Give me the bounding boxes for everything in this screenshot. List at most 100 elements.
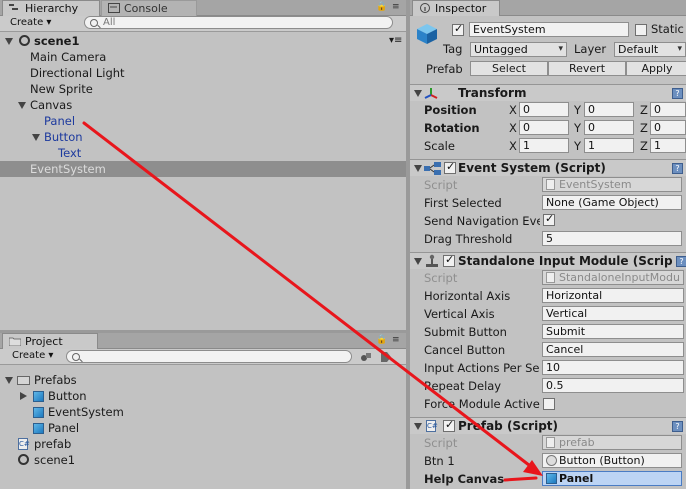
folder-icon [9,337,21,346]
project-item-scene1[interactable]: scene1 [0,452,406,468]
event-system-header[interactable]: Event System (Script) ? [410,159,686,176]
static-checkbox[interactable] [635,24,647,36]
position-x-field[interactable]: 0 [519,102,569,117]
filter-by-label-icon[interactable] [380,351,392,363]
prefabs-expand-icon[interactable] [5,377,13,384]
standalone-input-header[interactable]: Standalone Input Module (Script ? [410,252,686,269]
transform-header[interactable]: Transform ? [410,84,686,101]
button-expand-icon[interactable] [32,134,40,141]
standalone-expand-icon[interactable] [414,258,422,265]
hierarchy-item-canvas[interactable]: Canvas [0,97,406,113]
hierarchy-item-new-sprite[interactable]: New Sprite [0,81,406,97]
canvas-label: Canvas [30,98,73,112]
layer-dropdown[interactable]: Default [614,42,686,57]
force-module-checkbox[interactable] [543,398,555,410]
project-item-event-system[interactable]: EventSystem [0,404,406,420]
hierarchy-item-text[interactable]: Text [0,145,406,161]
canvas-expand-icon[interactable] [18,102,26,109]
hierarchy-item-button[interactable]: Button [0,129,406,145]
event-system-script-field: EventSystem [542,177,682,192]
scene-menu-icon[interactable]: ▾≡ [389,33,402,49]
hierarchy-item-main-camera[interactable]: Main Camera [0,49,406,65]
hierarchy-item-event-system[interactable]: EventSystem [0,161,406,177]
event-system-help-icon[interactable]: ? [672,163,683,174]
scene-asset-icon [18,454,29,465]
prefab-select-button[interactable]: Select [470,61,548,76]
hierarchy-item-panel[interactable]: Panel [0,113,406,129]
rotation-y-field[interactable]: 0 [584,120,634,135]
cancel-button-field[interactable]: Cancel [542,342,684,357]
project-create-label: Create [12,350,46,361]
help-canvas-prefab-icon [546,473,557,484]
hierarchy-scene-row[interactable]: scene1 ▾≡ [0,33,406,49]
prefab-label: Prefab [426,62,463,76]
vertical-axis-field[interactable]: Vertical [542,306,684,321]
joystick-icon [426,254,438,267]
prefab-apply-button[interactable]: Apply [626,61,686,76]
help-canvas-field[interactable]: Panel [542,471,682,486]
prefab-script-label: Script [424,436,458,450]
project-item-button[interactable]: Button [0,388,406,404]
prefab-script-expand-icon[interactable] [414,423,422,430]
scale-x-field[interactable]: 1 [519,138,569,153]
project-panel: Project 🔒 ≡ Create ▾ Prefabs Button Even… [0,333,406,489]
tab-console[interactable]: Console [101,0,197,16]
prefab-script-enabled-checkbox[interactable] [443,418,455,432]
hierarchy-search-input[interactable]: All [84,16,393,29]
project-search-input[interactable] [66,350,352,363]
event-system-enabled-checkbox[interactable] [444,160,456,174]
hierarchy-lock-icon[interactable]: 🔒 [376,2,387,12]
tab-project[interactable]: Project [2,333,98,349]
rotation-z-field[interactable]: 0 [650,120,686,135]
tag-dropdown[interactable]: Untagged [470,42,567,57]
gameobject-active-checkbox[interactable] [452,22,464,36]
console-icon [108,3,120,13]
drag-threshold-field[interactable]: 5 [542,231,682,246]
first-selected-field[interactable]: None (Game Object) [542,195,682,210]
standalone-help-icon[interactable]: ? [676,256,686,267]
project-item-prefabs[interactable]: Prefabs [0,372,406,388]
new-sprite-label: New Sprite [30,82,93,96]
scale-z-field[interactable]: 1 [650,138,686,153]
standalone-enabled-checkbox[interactable] [443,253,455,267]
filter-by-type-icon[interactable] [360,351,372,363]
prefab-script-header[interactable]: C# Prefab (Script) ? [410,417,686,434]
tab-inspector[interactable]: Inspector [412,0,500,16]
project-item-prefab-script[interactable]: C# prefab [0,436,406,452]
rotation-x-field[interactable]: 0 [519,120,569,135]
hierarchy-create-button[interactable]: Create ▾ [6,16,55,30]
position-y-field[interactable]: 0 [584,102,634,117]
transform-title: Transform [458,86,527,100]
search-icon [90,19,98,27]
prefab-script-help-icon[interactable]: ? [672,421,683,432]
project-item-panel[interactable]: Panel [0,420,406,436]
input-actions-field[interactable]: 10 [542,360,684,375]
btn1-field[interactable]: Button (Button) [542,453,682,468]
project-lock-icon[interactable]: 🔒 [376,335,387,345]
transform-expand-icon[interactable] [414,90,422,97]
vertical-axis-label: Vertical Axis [424,307,495,321]
project-create-button[interactable]: Create ▾ [8,349,57,363]
button-prefab-expand-icon[interactable] [20,392,27,400]
transform-help-icon[interactable]: ? [672,88,683,99]
position-z-field[interactable]: 0 [650,102,686,117]
gameobject-name-field[interactable]: EventSystem [469,22,629,37]
project-menu-icon[interactable]: ≡ [392,335,400,345]
repeat-delay-field[interactable]: 0.5 [542,378,684,393]
submit-button-field[interactable]: Submit [542,324,684,339]
position-label: Position [424,103,477,117]
text-label: Text [58,146,82,160]
horizontal-axis-field[interactable]: Horizontal [542,288,684,303]
scene-expand-icon[interactable] [5,38,13,45]
panel-prefab-icon [33,423,44,434]
prefab-revert-button[interactable]: Revert [548,61,626,76]
scale-y-field[interactable]: 1 [584,138,634,153]
hierarchy-item-directional-light[interactable]: Directional Light [0,65,406,81]
tab-hierarchy[interactable]: Hierarchy [2,0,100,16]
project-button-label: Button [48,389,87,403]
send-navigation-checkbox[interactable] [543,212,555,226]
event-system-expand-icon[interactable] [414,165,422,172]
button-label: Button [44,130,83,144]
hierarchy-panel: Hierarchy Console 🔒 ≡ Create ▾ All scene… [0,0,406,330]
hierarchy-menu-icon[interactable]: ≡ [392,2,400,12]
